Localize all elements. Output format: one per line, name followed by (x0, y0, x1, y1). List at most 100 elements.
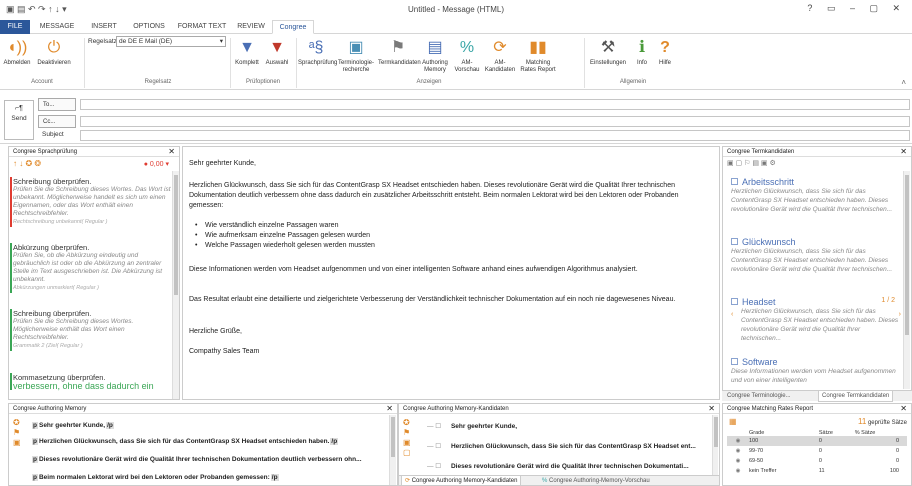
tab-terminologie[interactable]: Congree Terminologie... (724, 391, 794, 402)
toolbar-icons[interactable]: ▣ ▢ ⚐ ▤ ▣ ⚙ (727, 159, 776, 167)
close-icon[interactable]: ✕ (708, 404, 715, 414)
candidate-row[interactable]: — ☐ Dieses revolutionäre Gerät wird die … (427, 462, 689, 470)
scrollbar[interactable] (172, 171, 179, 399)
checkbox[interactable] (731, 238, 738, 245)
am-vorschau-button[interactable]: % AM- Vorschau (452, 38, 482, 74)
candidate-row[interactable]: — ☐ Herzlichen Glückwunsch, dass Sie sic… (427, 442, 696, 450)
window-title: Untitled - Message (HTML) (407, 5, 505, 14)
deaktivieren-button[interactable]: ⏻ Deaktivieren (34, 38, 74, 67)
scrollbar[interactable] (389, 415, 396, 485)
term-item[interactable]: Arbeitsschritt Herzlichen Glückwunsch, da… (731, 177, 901, 214)
title-bar: ▣ ▤ ↶ ↷ ↑ ↓ ▾ Untitled - Message (HTML) … (0, 0, 912, 20)
scrollbar[interactable] (903, 171, 910, 389)
regelsatz-select[interactable]: de DE E Mail (DE) ▾ (116, 36, 226, 47)
checkbox[interactable] (731, 178, 738, 185)
eye-icon[interactable]: ◉ (727, 466, 749, 476)
table-row[interactable]: ◉ 100 0 0 (727, 436, 907, 446)
tab-memory-vorschau[interactable]: % Congree Authoring-Memory-Vorschau (539, 476, 653, 485)
checked-label: geprüfte Sätze (867, 420, 907, 426)
hilfe-label: Hilfe (658, 60, 671, 66)
checkbox[interactable] (731, 358, 738, 365)
info-button[interactable]: ℹ Info (632, 38, 652, 67)
tab-review[interactable]: REVIEW (234, 20, 268, 34)
scroll-thumb[interactable] (905, 175, 909, 335)
close-icon[interactable]: ✕ (386, 404, 393, 414)
mcand-tool-icons[interactable]: ✪ ⚑ ▣ ▢ (403, 418, 411, 458)
term-item[interactable]: Headset 1 / 2 Herzlichen Glückwunsch, dass… (731, 297, 901, 343)
closing: Herzliche Grüße, (189, 328, 242, 335)
window-controls[interactable]: ? ▭ – ▢ ✕ (807, 3, 906, 14)
memory-row[interactable]: p Sehr geehrter Kunde,/p (31, 422, 115, 429)
scrollbar[interactable] (712, 415, 718, 475)
list-item: Wie aufmerksam einzelne Passagen gelesen… (191, 231, 591, 241)
issue-item[interactable]: Kommasetzung überprüfen. verbessern, ohne… (10, 373, 171, 391)
tab-termkandidaten[interactable]: Congree Termkandidaten (818, 391, 894, 402)
candidate-row[interactable]: — ☐ Sehr geehrter Kunde, (427, 422, 517, 430)
panel-title: Congree Authoring Memory-Kandidaten ✕ (399, 404, 719, 414)
help-icon[interactable]: ? (807, 3, 818, 13)
issue-item[interactable]: Abkürzung überprüfen. Prüfen Sie, ob die … (10, 243, 171, 293)
abmelden-button[interactable]: ◖)) Abmelden (2, 38, 32, 67)
term-item[interactable]: Glückwunsch Herzlichen Glückwunsch, dass … (731, 237, 901, 274)
close-icon[interactable]: ✕ (168, 147, 175, 157)
divider (296, 38, 297, 88)
memory-candidates-panel: Congree Authoring Memory-Kandidaten ✕ ✪ ⚑ ▣… (398, 403, 720, 486)
issue-item[interactable]: Schreibung überprüfen. Prüfen Sie die Sch… (10, 177, 171, 227)
termkandidaten-button[interactable]: ⚑ Termkandidaten (378, 38, 421, 67)
cc-field[interactable] (80, 116, 910, 127)
report-icon[interactable]: ▦ (729, 417, 737, 426)
memory-row[interactable]: p Beim normalen Lektorat wird bei den Lek… (31, 474, 280, 481)
cc-button[interactable]: Cc... (38, 115, 76, 128)
send-button[interactable]: ⌐¶ Send (4, 100, 34, 140)
tab-options[interactable]: OPTIONS (128, 20, 170, 34)
subject-field[interactable] (80, 130, 910, 141)
scroll-thumb[interactable] (174, 175, 178, 295)
chevron-left-icon[interactable]: ‹ (731, 311, 733, 318)
table-row[interactable]: ◉ kein Treffer 11 100 (727, 466, 907, 476)
eye-icon[interactable]: ◉ (727, 446, 749, 456)
to-button[interactable]: To... (38, 98, 76, 111)
eye-icon[interactable]: ◉ (727, 436, 749, 446)
memory-tool-icons[interactable]: ✪ ⚑ ▣ (13, 418, 21, 448)
memory-row[interactable]: p Dieses revolutionäre Gerät wird die Qua… (31, 456, 362, 463)
issue-item[interactable]: Schreibung überprüfen. Prüfen Sie die Sch… (10, 309, 171, 351)
table-row[interactable]: ◉ 69-50 0 0 (727, 456, 907, 466)
to-field[interactable] (80, 99, 910, 110)
term-label: Glückwunsch (742, 237, 796, 247)
window-buttons[interactable]: ▭ – ▢ ✕ (827, 3, 906, 13)
terminologie-button[interactable]: ▣ Terminologie- recherche (336, 38, 376, 74)
komplett-label: Komplett (235, 60, 259, 66)
issue-title: Schreibung überprüfen. (13, 177, 92, 186)
hilfe-button[interactable]: ? Hilfe (654, 38, 676, 67)
close-icon[interactable]: ✕ (900, 147, 907, 157)
tab-memory-kandidaten[interactable]: ⟳ Congree Authoring Memory-Kandidaten (401, 476, 522, 485)
authoring-memory-button[interactable]: ▤ Authoring Memory (420, 38, 450, 74)
term-context: Herzlichen Glückwunsch, dass Sie sich fü… (741, 308, 899, 342)
tab-format-text[interactable]: FORMAT TEXT (176, 20, 228, 34)
tab-insert[interactable]: INSERT (86, 20, 122, 34)
chevron-right-icon[interactable]: › (899, 311, 901, 318)
scroll-thumb[interactable] (714, 417, 718, 447)
candidate-text: Sehr geehrter Kunde, (450, 423, 518, 430)
eye-icon[interactable]: ◉ (727, 456, 749, 466)
einstellungen-button[interactable]: ⚒ Einstellungen (588, 38, 628, 67)
komplett-button[interactable]: ▼ Komplett (232, 38, 262, 67)
scroll-thumb[interactable] (391, 417, 395, 457)
am-kandidaten-button[interactable]: ⟳ AM- Kandidaten (484, 38, 516, 74)
tab-message[interactable]: MESSAGE (36, 20, 78, 34)
sprachpruefung-button[interactable]: ᵃ§ Sprachprüfung (298, 38, 337, 67)
matching-rates-button[interactable]: ▮▮ Matching Rates Report (518, 38, 558, 74)
tab-congree[interactable]: Congree (272, 20, 314, 34)
navigation-icons[interactable]: ↑ ↓ ✪ ❂ (13, 159, 41, 168)
checkbox[interactable] (731, 298, 738, 305)
table-row[interactable]: ◉ 99-70 0 0 (727, 446, 907, 456)
auswahl-button[interactable]: ▼ Auswahl (262, 38, 292, 67)
term-item[interactable]: Software Diese Informationen werden vom H… (731, 357, 901, 385)
tab-file[interactable]: FILE (0, 20, 30, 34)
collapse-ribbon-icon[interactable]: ˄ (901, 78, 906, 87)
close-icon[interactable]: ✕ (900, 404, 907, 414)
group-allgemein: Allgemein (619, 79, 647, 85)
message-body[interactable]: Sehr geehrter Kunde, Herzlichen Glückwun… (182, 146, 720, 400)
memory-row[interactable]: p Herzlichen Glückwunsch, dass Sie sich f… (31, 438, 339, 445)
divider (584, 38, 585, 88)
